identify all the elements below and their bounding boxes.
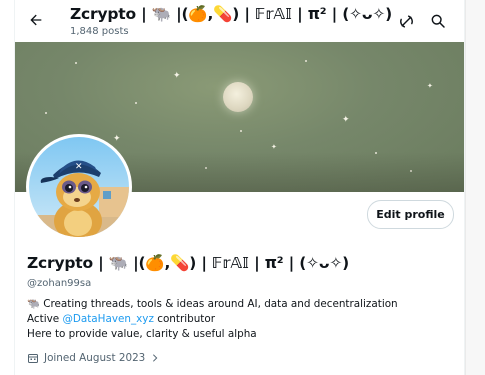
- banner-star: ✦: [173, 71, 181, 81]
- banner-dot: [240, 130, 242, 132]
- user-handle: @zohan99sa: [27, 278, 92, 289]
- banner-star: ✦: [342, 115, 350, 125]
- mention-link[interactable]: @DataHaven_xyz: [62, 313, 153, 325]
- banner-dot: [135, 102, 137, 104]
- search-button[interactable]: [427, 10, 449, 32]
- banner-dot: [305, 60, 307, 62]
- calendar-icon: [28, 354, 38, 363]
- banner-dot: [45, 112, 47, 114]
- bio-line: 🐃 Creating threads, tools & ideas around…: [27, 298, 398, 310]
- display-name: Zcrypto | 🐃 |(🍊,💊) | 𝔽𝕣𝔸𝕀 | π² | (✧ᴗ✧): [27, 254, 350, 272]
- grok-button[interactable]: [395, 10, 417, 32]
- profile-header: Zcrypto | 🐃 |(🍊,💊) | 𝔽𝕣𝔸𝕀 | π² | (✧ᴗ✧) 1…: [15, 0, 464, 42]
- bio-line: Here to provide value, clarity & useful …: [27, 328, 257, 340]
- bio-text: contributor: [153, 313, 215, 325]
- banner-dot: [75, 62, 77, 64]
- moon: [223, 82, 253, 112]
- svg-text:✕: ✕: [75, 162, 83, 172]
- edit-profile-button[interactable]: Edit profile: [367, 200, 454, 229]
- profile-bio: 🐃 Creating threads, tools & ideas around…: [27, 297, 457, 342]
- joined-date[interactable]: Joined August 2023: [27, 352, 160, 364]
- header-title: Zcrypto | 🐃 |(🍊,💊) | 𝔽𝕣𝔸𝕀 | π² | (✧ᴗ✧): [70, 5, 393, 23]
- bio-text: Active: [27, 313, 63, 325]
- joined-label: Joined August 2023: [44, 352, 146, 364]
- scrollbar-track[interactable]: [465, 0, 485, 375]
- grok-icon: [399, 14, 413, 28]
- bio-line: Active @DataHaven_xyz contributor: [27, 312, 457, 327]
- back-arrow-icon: [30, 14, 42, 26]
- avatar[interactable]: ✕: [26, 134, 132, 240]
- banner-star: ✦: [427, 82, 433, 90]
- back-button[interactable]: [25, 9, 47, 31]
- banner-star: ✦: [113, 134, 121, 144]
- post-count: 1,848 posts: [70, 26, 129, 37]
- search-icon: [431, 14, 445, 28]
- banner-star: ✦: [271, 143, 277, 151]
- chevron-right-icon: [153, 354, 158, 362]
- avatar-character-icon: ✕: [29, 137, 129, 237]
